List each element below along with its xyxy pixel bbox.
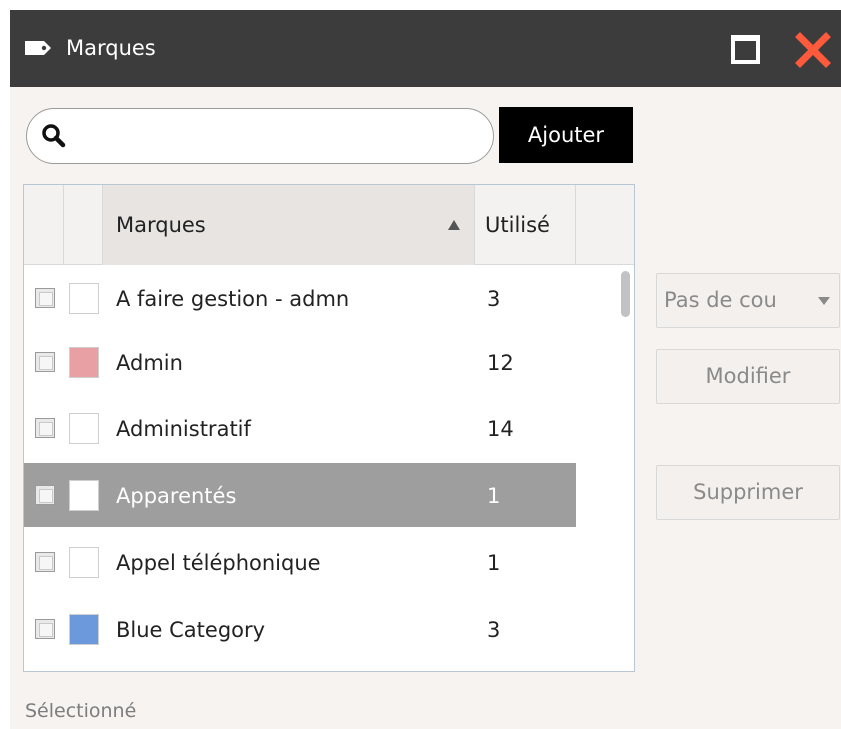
search-icon (42, 124, 66, 148)
search-box (26, 108, 494, 164)
color-swatch (69, 480, 99, 511)
tags-dialog: Marques Ajouter Marques Utilisé A faire … (10, 10, 841, 729)
row-count: 3 (487, 287, 501, 311)
tags-table: Marques Utilisé A faire gestion - admn 3… (23, 184, 635, 672)
row-name: Admin (116, 351, 183, 375)
row-checkbox[interactable] (35, 485, 55, 505)
row-name: Apparentés (116, 484, 237, 508)
header-check-column (24, 185, 64, 265)
color-swatch (69, 547, 99, 578)
table-header: Marques Utilisé (24, 185, 634, 265)
row-count: 1 (487, 484, 501, 508)
window-title: Marques (66, 36, 156, 60)
color-swatch (69, 347, 99, 378)
table-row[interactable]: Apparentés 1 (24, 463, 576, 527)
row-name: A faire gestion - admn (116, 287, 350, 311)
table-row[interactable]: Appel téléphonique 1 (24, 530, 576, 594)
row-checkbox[interactable] (35, 418, 55, 438)
sort-ascending-icon (448, 220, 460, 230)
color-select-value: Pas de cou (664, 288, 777, 312)
color-swatch (69, 413, 99, 444)
row-name: Blue Category (116, 618, 266, 642)
row-checkbox[interactable] (35, 552, 55, 572)
search-input[interactable] (77, 117, 477, 155)
tag-icon (25, 41, 51, 55)
table-row[interactable]: Admin 12 (24, 330, 576, 394)
row-name: Administratif (116, 417, 251, 441)
row-checkbox[interactable] (35, 619, 55, 639)
color-swatch (69, 614, 99, 645)
scrollbar-thumb[interactable] (621, 271, 630, 317)
close-icon[interactable] (793, 30, 833, 70)
chevron-down-icon (818, 297, 830, 305)
selected-section-label: Sélectionné (25, 700, 137, 722)
modify-button[interactable]: Modifier (656, 349, 840, 404)
column-header-name[interactable]: Marques (103, 185, 475, 265)
column-header-used-label: Utilisé (485, 213, 550, 237)
table-row[interactable]: A faire gestion - admn 3 (24, 266, 576, 330)
maximize-icon[interactable] (731, 35, 760, 64)
color-select[interactable]: Pas de cou (656, 273, 840, 328)
row-checkbox[interactable] (35, 352, 55, 372)
table-row[interactable]: Administratif 14 (24, 396, 576, 460)
row-count: 1 (487, 551, 501, 575)
row-count: 12 (487, 351, 514, 375)
row-checkbox[interactable] (35, 288, 55, 308)
add-button[interactable]: Ajouter (499, 107, 633, 163)
column-header-name-label: Marques (116, 213, 206, 237)
table-body: A faire gestion - admn 3 Admin 12 Admini… (24, 266, 634, 671)
row-count: 14 (487, 417, 514, 441)
header-filler (576, 185, 634, 265)
table-row[interactable]: Blue Category 3 (24, 597, 576, 661)
header-color-column (64, 185, 103, 265)
row-count: 3 (487, 618, 501, 642)
color-swatch (69, 283, 99, 314)
table-scrollbar[interactable] (618, 266, 634, 671)
row-name: Appel téléphonique (116, 551, 321, 575)
delete-button[interactable]: Supprimer (656, 465, 840, 520)
title-bar: Marques (10, 10, 841, 87)
column-header-used[interactable]: Utilisé (475, 185, 576, 265)
